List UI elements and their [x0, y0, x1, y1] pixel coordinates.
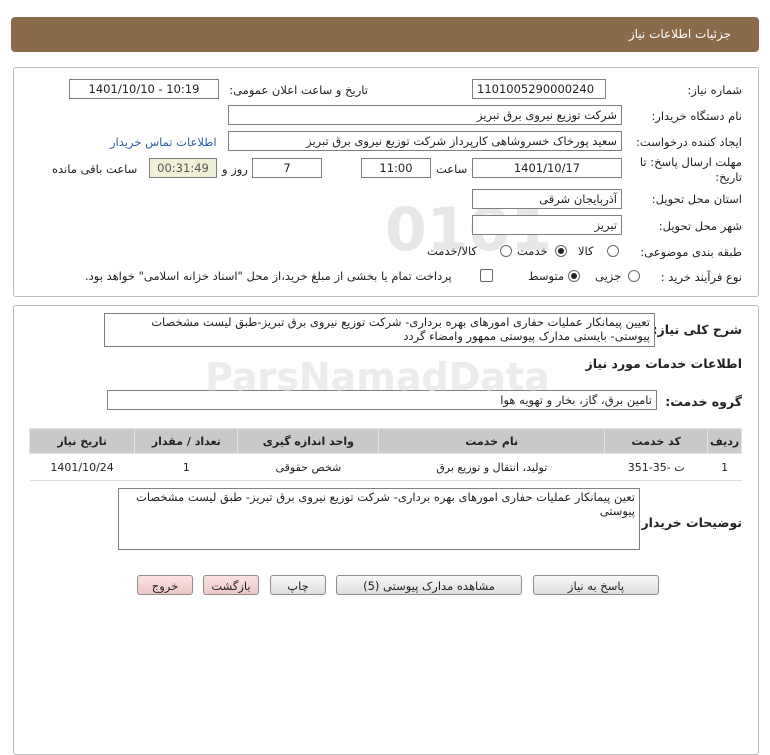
col-unit: واحد اندازه گیری [237, 428, 380, 454]
category-goods-radio[interactable] [607, 245, 619, 257]
days-field[interactable]: 7 [252, 158, 322, 178]
city-field[interactable]: تبریز [472, 215, 622, 235]
col-service-name: نام خدمت [378, 428, 606, 454]
print-button[interactable]: چاپ [270, 575, 326, 595]
deadline-date-field[interactable]: 1401/10/17 [472, 158, 622, 178]
category-service-label: خدمت [517, 244, 548, 258]
table-row[interactable]: 1 ت -35-351 تولید، انتقال و توزیع برق شخ… [29, 453, 742, 481]
process-medium-label: متوسط [528, 269, 565, 283]
buyer-org-label: نام دستگاه خریدار: [651, 109, 742, 123]
service-group-label: گروه خدمت: [665, 394, 742, 409]
category-both-radio[interactable] [500, 245, 512, 257]
cell-service-name: تولید، انتقال و توزیع برق [378, 453, 605, 481]
deadline-time-field[interactable]: 11:00 [361, 158, 431, 178]
page-header: جزئیات اطلاعات نیاز [11, 17, 759, 52]
table-header-row: ردیف کد خدمت نام خدمت واحد اندازه گیری ت… [28, 428, 742, 454]
category-service-radio[interactable] [555, 245, 567, 257]
description-label: شرح کلی نیاز: [652, 322, 742, 337]
remaining-timer: 00:31:49 [149, 158, 217, 178]
process-minor-radio[interactable] [628, 270, 640, 282]
reply-button[interactable]: پاسخ به نیاز [533, 575, 659, 595]
buyer-org-field[interactable]: شرکت توزیع نیروی برق تبریز [228, 105, 622, 125]
announce-field[interactable]: 1401/10/10 - 10:19 [69, 79, 219, 99]
category-label: طبقه بندی موضوعی: [640, 245, 742, 259]
contact-info-link[interactable]: اطلاعات تماس خریدار [110, 135, 217, 149]
service-group-field[interactable]: تامین برق، گاز، بخار و تهویه هوا [107, 390, 657, 410]
back-button[interactable]: بازگشت [203, 575, 259, 595]
treasury-payment-checkbox[interactable] [480, 269, 493, 282]
creator-label: ایجاد کننده درخواست: [636, 135, 742, 149]
exit-button[interactable]: خروج [137, 575, 193, 595]
page-title: جزئیات اطلاعات نیاز [628, 27, 731, 41]
cell-need-date: 1401/10/24 [29, 453, 135, 481]
process-minor-label: جزیی [595, 269, 622, 283]
category-both-label: کالا/خدمت [427, 244, 478, 258]
col-service-code: کد خدمت [604, 428, 709, 454]
services-section-title: اطلاعات خدمات مورد نیاز [585, 356, 743, 371]
province-label: استان محل تحویل: [651, 192, 742, 206]
need-number-field[interactable]: 1101005290000240 [472, 79, 606, 99]
col-need-date: تاریخ نیاز [28, 428, 136, 454]
process-medium-radio[interactable] [568, 270, 580, 282]
deadline-time-label: ساعت [436, 162, 468, 176]
deadline-label-2: تاریخ: [715, 170, 742, 184]
need-info-panel [13, 67, 759, 297]
city-label: شهر محل تحویل: [658, 219, 742, 233]
col-quantity: تعداد / مقدار [134, 428, 239, 454]
days-label: روز و [222, 162, 248, 176]
view-attachments-button[interactable]: مشاهده مدارک پیوستی (5) [336, 575, 522, 595]
creator-field[interactable]: سعید پورخاک خسروشاهی کارپرداز شرکت توزیع… [228, 131, 622, 151]
cell-quantity: 1 [134, 453, 238, 481]
province-field[interactable]: آذربایجان شرقی [472, 189, 622, 209]
buyer-notes-label: توضیحات خریدار: [636, 515, 742, 530]
cell-unit: شخص حقوقی [237, 453, 379, 481]
cell-service-code: ت -35-351 [604, 453, 708, 481]
buyer-notes-text[interactable]: تعین پیمانکار عملیات حفاری امورهای بهره … [118, 488, 640, 550]
deadline-label-1: مهلت ارسال پاسخ: تا [639, 155, 742, 169]
process-label: نوع فرآیند خرید : [660, 270, 742, 284]
need-number-label: شماره نیاز: [687, 83, 742, 97]
payment-note: پرداخت تمام یا بخشی از مبلغ خرید،از محل … [85, 269, 452, 283]
cell-row-number: 1 [707, 453, 742, 481]
services-table: ردیف کد خدمت نام خدمت واحد اندازه گیری ت… [28, 428, 742, 481]
category-goods-label: کالا [578, 244, 594, 258]
description-text[interactable]: تعیین پیمانکار عملیات حفاری امورهای بهره… [104, 313, 655, 347]
remaining-label: ساعت باقی مانده [52, 162, 138, 176]
col-row-number: ردیف [707, 428, 742, 454]
announce-label: تاریخ و ساعت اعلان عمومی: [229, 83, 368, 97]
